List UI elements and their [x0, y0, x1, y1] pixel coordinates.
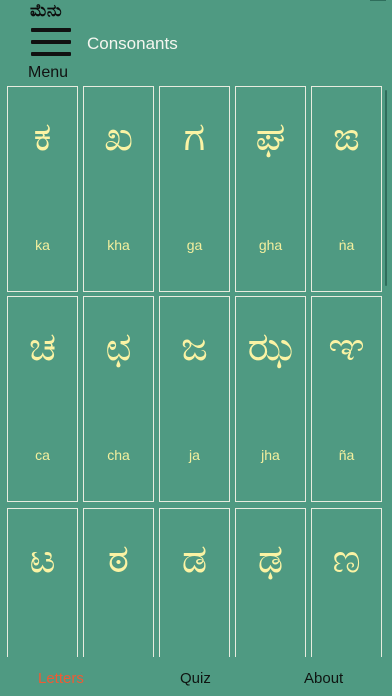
letter-card[interactable]: ಗ ga	[159, 86, 230, 292]
letter-card[interactable]: ಞ ña	[311, 296, 382, 502]
letter-glyph: ಜ	[181, 324, 208, 370]
tab-quiz[interactable]: Quiz	[180, 670, 211, 687]
letter-transliteration: ga	[186, 237, 203, 253]
status-bar-edge	[370, 0, 386, 1]
letter-card[interactable]: ಢ	[235, 508, 306, 657]
tab-about[interactable]: About	[304, 670, 343, 687]
letter-card[interactable]: ಟ	[7, 508, 78, 657]
letter-card[interactable]: ಝ jha	[235, 296, 306, 502]
hamburger-icon[interactable]	[31, 28, 71, 58]
tab-letters[interactable]: Letters	[38, 670, 84, 687]
letter-grid: ಕ ka ಖ kha ಗ ga ಘ gha ಙ ṅa ಚ ca ಛ cha ಜ …	[6, 85, 383, 657]
letter-transliteration: kha	[107, 237, 130, 253]
scrollbar[interactable]	[385, 90, 387, 286]
letter-glyph: ಣ	[332, 536, 361, 582]
letter-card[interactable]: ಙ ṅa	[311, 86, 382, 292]
letter-glyph: ಛ	[105, 324, 132, 370]
letter-card[interactable]: ಕ ka	[7, 86, 78, 292]
letter-card[interactable]: ಚ ca	[7, 296, 78, 502]
letter-transliteration: gha	[258, 237, 283, 253]
letter-transliteration: cha	[107, 447, 130, 463]
letter-transliteration: ca	[35, 447, 50, 463]
letter-glyph: ಚ	[28, 324, 57, 370]
letter-card[interactable]: ಛ cha	[83, 296, 154, 502]
letter-glyph: ಝ	[247, 324, 294, 370]
letter-card[interactable]: ಣ	[311, 508, 382, 657]
letter-transliteration: jha	[261, 447, 280, 463]
letter-glyph: ಙ	[333, 114, 360, 160]
letter-glyph: ಖ	[103, 114, 134, 160]
letter-card[interactable]: ಡ	[159, 508, 230, 657]
menu-label: Menu	[28, 64, 69, 81]
letter-transliteration: ña	[338, 447, 355, 463]
letter-glyph: ಗ	[183, 114, 206, 160]
letter-card[interactable]: ಠ	[83, 508, 154, 657]
letter-glyph: ಞ	[328, 324, 365, 370]
letter-glyph: ಡ	[181, 536, 208, 582]
letter-transliteration: ṅa	[338, 237, 355, 253]
letter-card[interactable]: ಜ ja	[159, 296, 230, 502]
letter-glyph: ಕ	[33, 114, 52, 160]
letter-glyph: ಢ	[257, 536, 284, 582]
page-title: Consonants	[87, 34, 178, 53]
tab-bar: Letters Quiz About	[0, 658, 392, 696]
menu-toggle[interactable]: ಮೆನು Menu	[28, 0, 80, 84]
menu-native-label: ಮೆನು	[30, 1, 62, 21]
letter-card[interactable]: ಘ gha	[235, 86, 306, 292]
letter-card[interactable]: ಖ kha	[83, 86, 154, 292]
letter-transliteration: ka	[35, 237, 50, 253]
letter-glyph: ಘ	[255, 114, 286, 160]
letter-glyph: ಠ	[107, 536, 130, 582]
letter-glyph: ಟ	[29, 536, 56, 582]
letter-transliteration: ja	[189, 447, 200, 463]
